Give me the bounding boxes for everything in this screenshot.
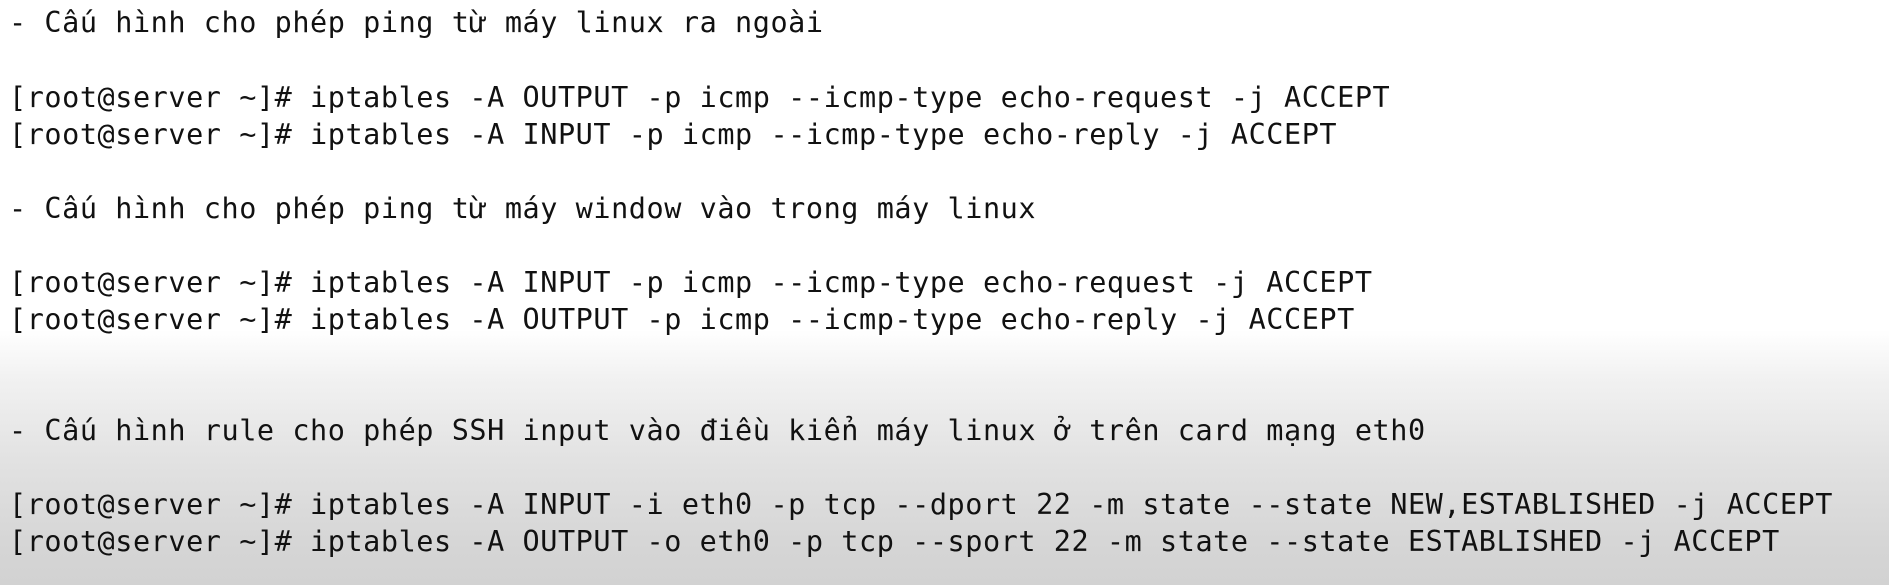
- command-line: [root@server ~]# iptables -A INPUT -p ic…: [9, 118, 1338, 151]
- heading-ping-in: - Cấu hình cho phép ping từ máy window v…: [9, 192, 1037, 225]
- document-page: - Cấu hình cho phép ping từ máy linux ra…: [0, 0, 1889, 585]
- heading-ping-out: - Cấu hình cho phép ping từ máy linux ra…: [9, 6, 824, 39]
- command-line: [root@server ~]# iptables -A INPUT -i et…: [9, 488, 1833, 521]
- command-line: [root@server ~]# iptables -A INPUT -p ic…: [9, 266, 1373, 299]
- command-line: [root@server ~]# iptables -A OUTPUT -o e…: [9, 525, 1780, 558]
- command-line: [root@server ~]# iptables -A OUTPUT -p i…: [9, 81, 1391, 114]
- heading-ssh-rule: - Cấu hình rule cho phép SSH input vào đ…: [9, 414, 1426, 447]
- command-line: [root@server ~]# iptables -A OUTPUT -p i…: [9, 303, 1355, 336]
